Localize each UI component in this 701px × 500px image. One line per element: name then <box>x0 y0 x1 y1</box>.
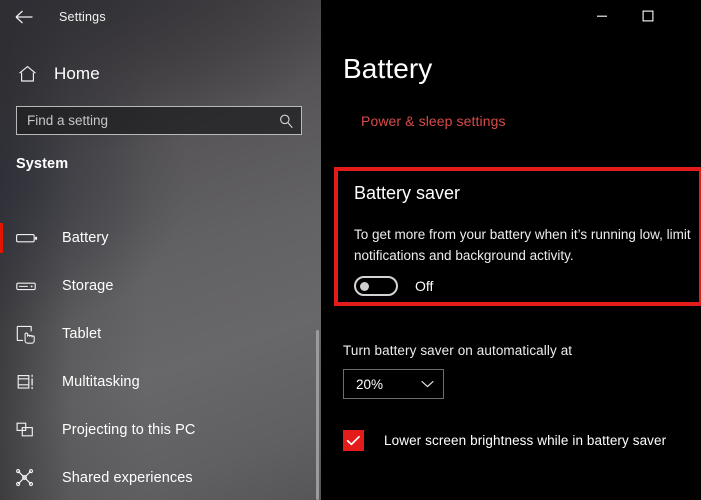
sidebar-item-battery[interactable]: Battery <box>0 214 321 262</box>
window-controls <box>579 0 701 32</box>
battery-icon <box>16 231 40 245</box>
battery-saver-toggle-row: Off <box>354 276 433 296</box>
sidebar-item-home-label: Home <box>54 64 100 83</box>
settings-window: Settings Home System <box>0 0 701 500</box>
power-sleep-settings-link[interactable]: Power & sleep settings <box>361 113 506 129</box>
battery-saver-toggle-state-label: Off <box>415 278 434 294</box>
lower-brightness-checkbox[interactable] <box>343 430 364 451</box>
sidebar-item-multitasking-label: Multitasking <box>62 374 140 390</box>
page-title: Battery <box>343 53 433 84</box>
sidebar-titlebar: Settings <box>0 0 321 34</box>
window-title: Settings <box>59 10 106 24</box>
multitasking-icon <box>16 373 40 391</box>
back-button[interactable] <box>2 2 46 32</box>
search-icon[interactable] <box>271 113 301 129</box>
sidebar-item-battery-label: Battery <box>62 230 109 246</box>
selection-indicator <box>0 223 3 253</box>
checkmark-icon <box>346 435 360 445</box>
battery-saver-description: To get more from your battery when it’s … <box>354 227 691 263</box>
projecting-icon <box>16 421 40 439</box>
search-input[interactable] <box>17 113 271 128</box>
tablet-icon <box>16 325 40 344</box>
sidebar-item-projecting-to-this-pc[interactable]: Projecting to this PC <box>0 406 321 454</box>
auto-turn-on-label: Turn battery saver on automatically at <box>343 343 573 358</box>
sidebar-item-shared-experiences[interactable]: Shared experiences <box>0 454 321 500</box>
close-button[interactable] <box>671 0 701 32</box>
maximize-button[interactable] <box>625 0 671 32</box>
shared-experiences-icon <box>16 469 40 487</box>
sidebar-item-home[interactable]: Home <box>12 58 100 90</box>
lower-brightness-label: Lower screen brightness while in battery… <box>384 433 667 448</box>
battery-saver-toggle[interactable] <box>354 276 398 296</box>
sidebar-item-shared-experiences-label: Shared experiences <box>62 470 193 486</box>
threshold-selected-value: 20% <box>356 376 384 392</box>
minimize-button[interactable] <box>579 0 625 32</box>
settings-sidebar: Settings Home System <box>0 0 321 500</box>
storage-icon <box>16 279 40 293</box>
battery-saver-card: Battery saver To get more from your batt… <box>334 167 701 306</box>
chevron-down-icon <box>421 375 434 393</box>
sidebar-nav-list: Battery Storage Tablet Multitasking Proj… <box>0 214 321 500</box>
search-box[interactable] <box>16 106 302 135</box>
sidebar-item-tablet[interactable]: Tablet <box>0 310 321 358</box>
toggle-knob <box>360 282 369 291</box>
sidebar-item-storage[interactable]: Storage <box>0 262 321 310</box>
sidebar-item-storage-label: Storage <box>62 278 114 294</box>
lower-brightness-row[interactable]: Lower screen brightness while in battery… <box>343 430 666 451</box>
home-icon <box>12 65 42 83</box>
sidebar-scrollbar[interactable] <box>316 330 319 500</box>
sidebar-item-multitasking[interactable]: Multitasking <box>0 358 321 406</box>
sidebar-item-projecting-to-this-pc-label: Projecting to this PC <box>62 422 196 438</box>
settings-content-pane: Battery Power & sleep settings Battery s… <box>321 0 701 500</box>
sidebar-section-heading: System <box>16 156 69 172</box>
sidebar-item-tablet-label: Tablet <box>62 326 102 342</box>
battery-saver-threshold-dropdown[interactable]: 20% <box>343 369 444 399</box>
battery-saver-title: Battery saver <box>354 183 461 203</box>
